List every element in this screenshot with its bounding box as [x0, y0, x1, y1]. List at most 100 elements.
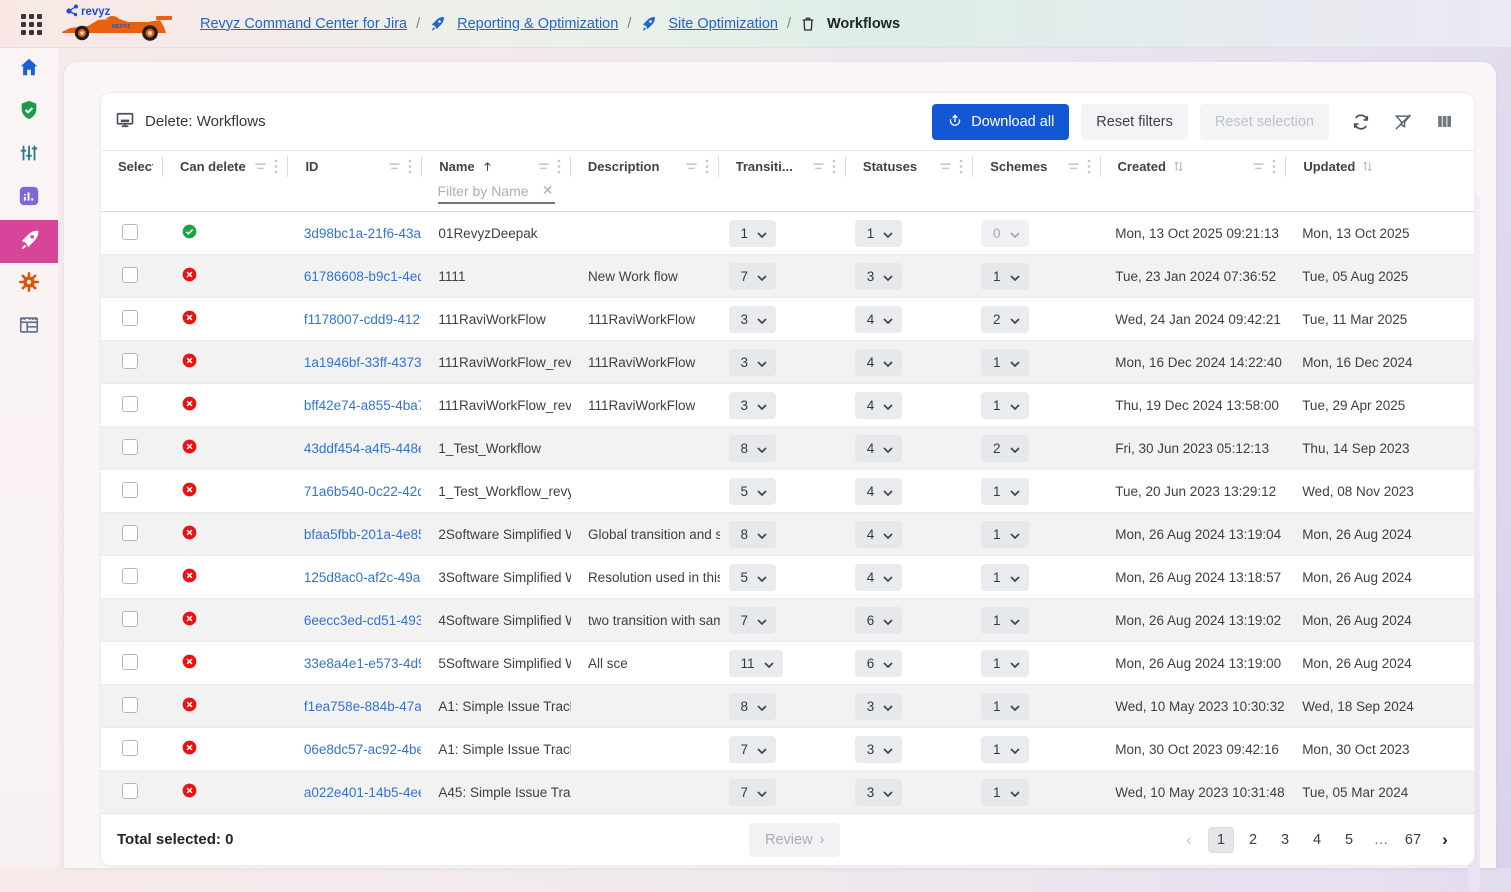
row-checkbox[interactable]: [122, 783, 138, 799]
workflow-id-link[interactable]: 33e8a4e1-e573-4d9c-9: [304, 656, 422, 671]
column-header-can-delete[interactable]: Can delete: [163, 151, 288, 182]
schemes-dropdown[interactable]: 1: [981, 693, 1029, 720]
transitions-dropdown[interactable]: 11: [729, 650, 783, 677]
schemes-dropdown[interactable]: 1: [981, 779, 1029, 806]
transitions-dropdown[interactable]: 7: [729, 263, 777, 290]
sidebar-item-table-window[interactable]: [0, 306, 58, 349]
column-header-select[interactable]: Select: [101, 151, 163, 182]
transitions-dropdown[interactable]: 7: [729, 736, 777, 763]
statuses-dropdown[interactable]: 3: [855, 693, 903, 720]
schemes-dropdown[interactable]: 1: [981, 392, 1029, 419]
column-header-updated[interactable]: Updated: [1286, 151, 1474, 182]
row-checkbox[interactable]: [122, 654, 138, 670]
statuses-dropdown[interactable]: 6: [855, 650, 903, 677]
filter-icon[interactable]: [388, 161, 401, 172]
transitions-dropdown[interactable]: 7: [729, 607, 777, 634]
statuses-dropdown[interactable]: 4: [855, 349, 903, 376]
sidebar-item-gear[interactable]: [0, 263, 58, 306]
row-checkbox[interactable]: [122, 353, 138, 369]
clear-filter-icon[interactable]: ✕: [540, 182, 556, 199]
row-checkbox[interactable]: [122, 568, 138, 584]
schemes-dropdown[interactable]: 2: [981, 435, 1029, 462]
workflow-id-link[interactable]: 1a1946bf-33ff-4373-8: [304, 355, 422, 370]
filter-icon[interactable]: [1067, 161, 1080, 172]
statuses-dropdown[interactable]: 4: [855, 392, 903, 419]
column-menu-icon[interactable]: [557, 159, 561, 174]
row-checkbox[interactable]: [122, 482, 138, 498]
column-menu-icon[interactable]: [1272, 159, 1276, 174]
filter-icon[interactable]: [537, 161, 550, 172]
filter-icon[interactable]: [1252, 161, 1265, 172]
transitions-dropdown[interactable]: 8: [729, 521, 777, 548]
schemes-dropdown[interactable]: 1: [981, 521, 1029, 548]
row-checkbox[interactable]: [122, 439, 138, 455]
workflow-id-link[interactable]: a022e401-14b5-4ee1-a: [304, 785, 422, 800]
transitions-dropdown[interactable]: 1: [729, 220, 777, 247]
workflow-id-link[interactable]: 125d8ac0-af2c-49aa-b: [304, 570, 422, 585]
next-page-icon[interactable]: ›: [1432, 827, 1458, 853]
filter-off-icon[interactable]: [1389, 108, 1417, 136]
row-checkbox[interactable]: [122, 396, 138, 412]
workflow-id-link[interactable]: 61786608-b9c1-4edf-a: [304, 269, 422, 284]
statuses-dropdown[interactable]: 3: [855, 736, 903, 763]
transitions-dropdown[interactable]: 5: [729, 564, 777, 591]
reset-selection-button[interactable]: Reset selection: [1200, 104, 1329, 140]
refresh-icon[interactable]: [1347, 108, 1375, 136]
column-header-id[interactable]: ID: [288, 151, 422, 182]
workflow-id-link[interactable]: 6eecc3ed-cd51-4938-8: [304, 613, 422, 628]
column-menu-icon[interactable]: [1087, 159, 1091, 174]
previous-page-icon[interactable]: ‹: [1176, 827, 1202, 853]
row-checkbox[interactable]: [122, 525, 138, 541]
workflow-id-link[interactable]: 71a6b540-0c22-42da-b: [304, 484, 422, 499]
transitions-dropdown[interactable]: 8: [729, 435, 777, 462]
download-all-button[interactable]: Download all: [932, 104, 1069, 140]
statuses-dropdown[interactable]: 4: [855, 435, 903, 462]
app-switcher-icon[interactable]: [18, 11, 44, 37]
transitions-dropdown[interactable]: 3: [729, 349, 777, 376]
column-menu-icon[interactable]: [274, 159, 278, 174]
sidebar-item-home[interactable]: [0, 48, 58, 91]
column-header-statuses[interactable]: Statuses: [846, 151, 973, 182]
column-header-created[interactable]: Created: [1101, 151, 1287, 182]
page-button-4[interactable]: 4: [1304, 827, 1330, 853]
sort-icon[interactable]: [1361, 160, 1374, 173]
workflow-id-link[interactable]: 06e8dc57-ac92-4bea-b: [304, 742, 422, 757]
column-menu-icon[interactable]: [408, 159, 412, 174]
page-button-3[interactable]: 3: [1272, 827, 1298, 853]
transitions-dropdown[interactable]: 8: [729, 693, 777, 720]
workflow-id-link[interactable]: bfaa5fbb-201a-4e85-9: [304, 527, 422, 542]
transitions-dropdown[interactable]: 3: [729, 306, 777, 333]
row-checkbox[interactable]: [122, 267, 138, 283]
workflow-id-link[interactable]: f1ea758e-884b-47ae-a: [304, 699, 422, 714]
column-menu-icon[interactable]: [959, 159, 963, 174]
breadcrumb-link-site-optimization[interactable]: Site Optimization: [668, 16, 778, 32]
schemes-dropdown[interactable]: 2: [981, 306, 1029, 333]
sidebar-item-rocket[interactable]: [0, 220, 58, 263]
row-checkbox[interactable]: [122, 310, 138, 326]
filter-icon[interactable]: [939, 161, 952, 172]
transitions-dropdown[interactable]: 5: [729, 478, 777, 505]
schemes-dropdown[interactable]: 1: [981, 564, 1029, 591]
filter-icon[interactable]: [812, 161, 825, 172]
transitions-dropdown[interactable]: 7: [729, 779, 777, 806]
workflow-id-link[interactable]: f1178007-cdd9-4129-a: [304, 312, 422, 327]
column-menu-icon[interactable]: [832, 159, 836, 174]
page-button-2[interactable]: 2: [1240, 827, 1266, 853]
statuses-dropdown[interactable]: 3: [855, 263, 903, 290]
schemes-dropdown[interactable]: 0: [981, 220, 1029, 247]
sidebar-item-shield-check[interactable]: [0, 91, 58, 134]
row-checkbox[interactable]: [122, 224, 138, 240]
schemes-dropdown[interactable]: 1: [981, 736, 1029, 763]
row-checkbox[interactable]: [122, 740, 138, 756]
filter-icon[interactable]: [254, 161, 267, 172]
row-checkbox[interactable]: [122, 611, 138, 627]
page-button-1[interactable]: 1: [1208, 827, 1234, 853]
schemes-dropdown[interactable]: 1: [981, 478, 1029, 505]
column-header-name[interactable]: Name: [422, 151, 571, 182]
column-header-description[interactable]: Description: [571, 151, 719, 182]
schemes-dropdown[interactable]: 1: [981, 650, 1029, 677]
schemes-dropdown[interactable]: 1: [981, 349, 1029, 376]
reset-filters-button[interactable]: Reset filters: [1081, 104, 1188, 140]
transitions-dropdown[interactable]: 3: [729, 392, 777, 419]
statuses-dropdown[interactable]: 6: [855, 607, 903, 634]
